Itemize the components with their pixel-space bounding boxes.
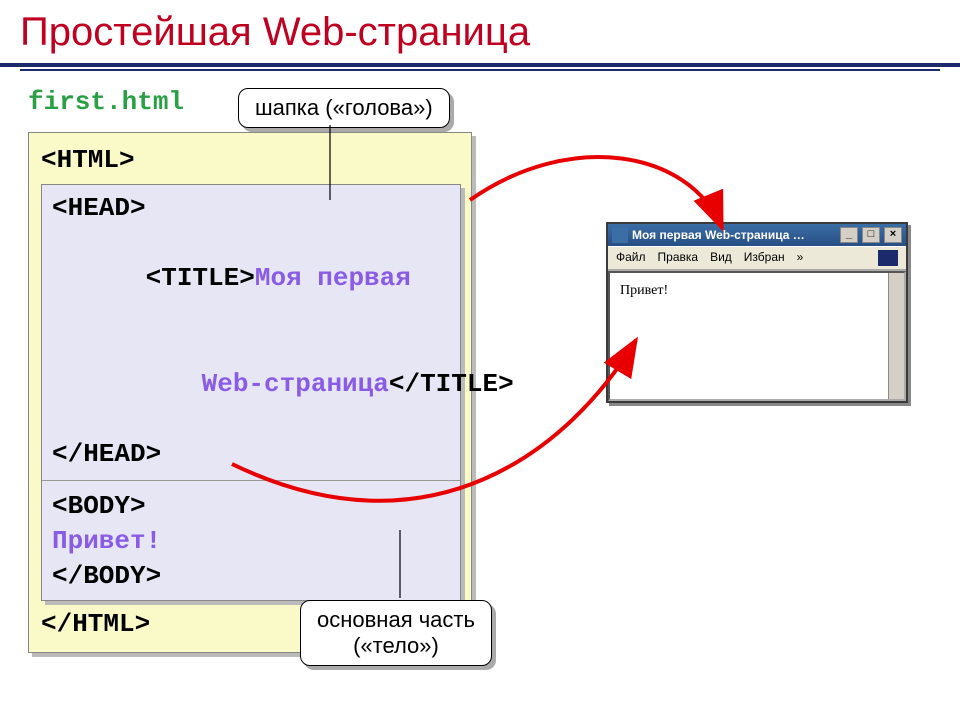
callout-head: шапка («голова») xyxy=(238,88,450,128)
code-head-close: </HEAD> xyxy=(52,437,450,472)
callout-head-text: шапка («голова») xyxy=(255,95,433,120)
scrollbar[interactable] xyxy=(888,273,904,399)
browser-menubar: Файл Правка Вид Избран » xyxy=(608,246,906,271)
browser-title-text: Моя первая Web-страница … xyxy=(632,228,836,242)
menu-view[interactable]: Вид xyxy=(710,250,732,266)
code-title-open: <TITLE> xyxy=(146,263,255,293)
code-body-close: </BODY> xyxy=(52,559,450,594)
code-head-open: <HEAD> xyxy=(52,191,450,226)
browser-window: Моя первая Web-страница … _ □ × Файл Пра… xyxy=(606,222,908,403)
code-html-open: <HTML> xyxy=(41,143,471,178)
ie-logo-icon xyxy=(878,250,898,266)
code-body-text: Привет! xyxy=(52,524,450,559)
menu-fav[interactable]: Избран xyxy=(744,250,785,266)
ie-icon xyxy=(612,227,628,243)
code-title-close: </TITLE> xyxy=(389,369,514,399)
menu-more[interactable]: » xyxy=(797,250,804,266)
menu-file[interactable]: Файл xyxy=(616,250,646,266)
code-title-line-2: Web-страница</TITLE> xyxy=(52,331,450,436)
browser-titlebar: Моя первая Web-страница … _ □ × xyxy=(608,224,906,246)
code-body-open: <BODY> xyxy=(52,489,450,524)
code-title-text-2: Web-страница xyxy=(202,369,389,399)
page-content-text: Привет! xyxy=(620,283,668,298)
callout-body-text-2: («тело») xyxy=(317,633,475,659)
code-head-body-box: <HEAD> <TITLE>Моя первая Web-страница</T… xyxy=(41,184,461,601)
title-text: Простейшая Web-страница xyxy=(20,10,530,54)
maximize-button[interactable]: □ xyxy=(862,227,880,243)
code-block: <HTML> <HEAD> <TITLE>Моя первая Web-стра… xyxy=(28,132,472,653)
filename-label: first.html xyxy=(28,87,960,117)
code-title-line-1: <TITLE>Моя первая xyxy=(52,226,450,331)
code-title-text-1: Моя первая xyxy=(255,263,411,293)
browser-page: Привет! xyxy=(608,271,906,401)
close-button[interactable]: × xyxy=(884,227,902,243)
callout-body: основная часть («тело») xyxy=(300,600,492,666)
minimize-button[interactable]: _ xyxy=(840,227,858,243)
page-title: Простейшая Web-страница xyxy=(0,0,960,67)
menu-edit[interactable]: Правка xyxy=(658,250,699,266)
callout-body-text-1: основная часть xyxy=(317,607,475,633)
